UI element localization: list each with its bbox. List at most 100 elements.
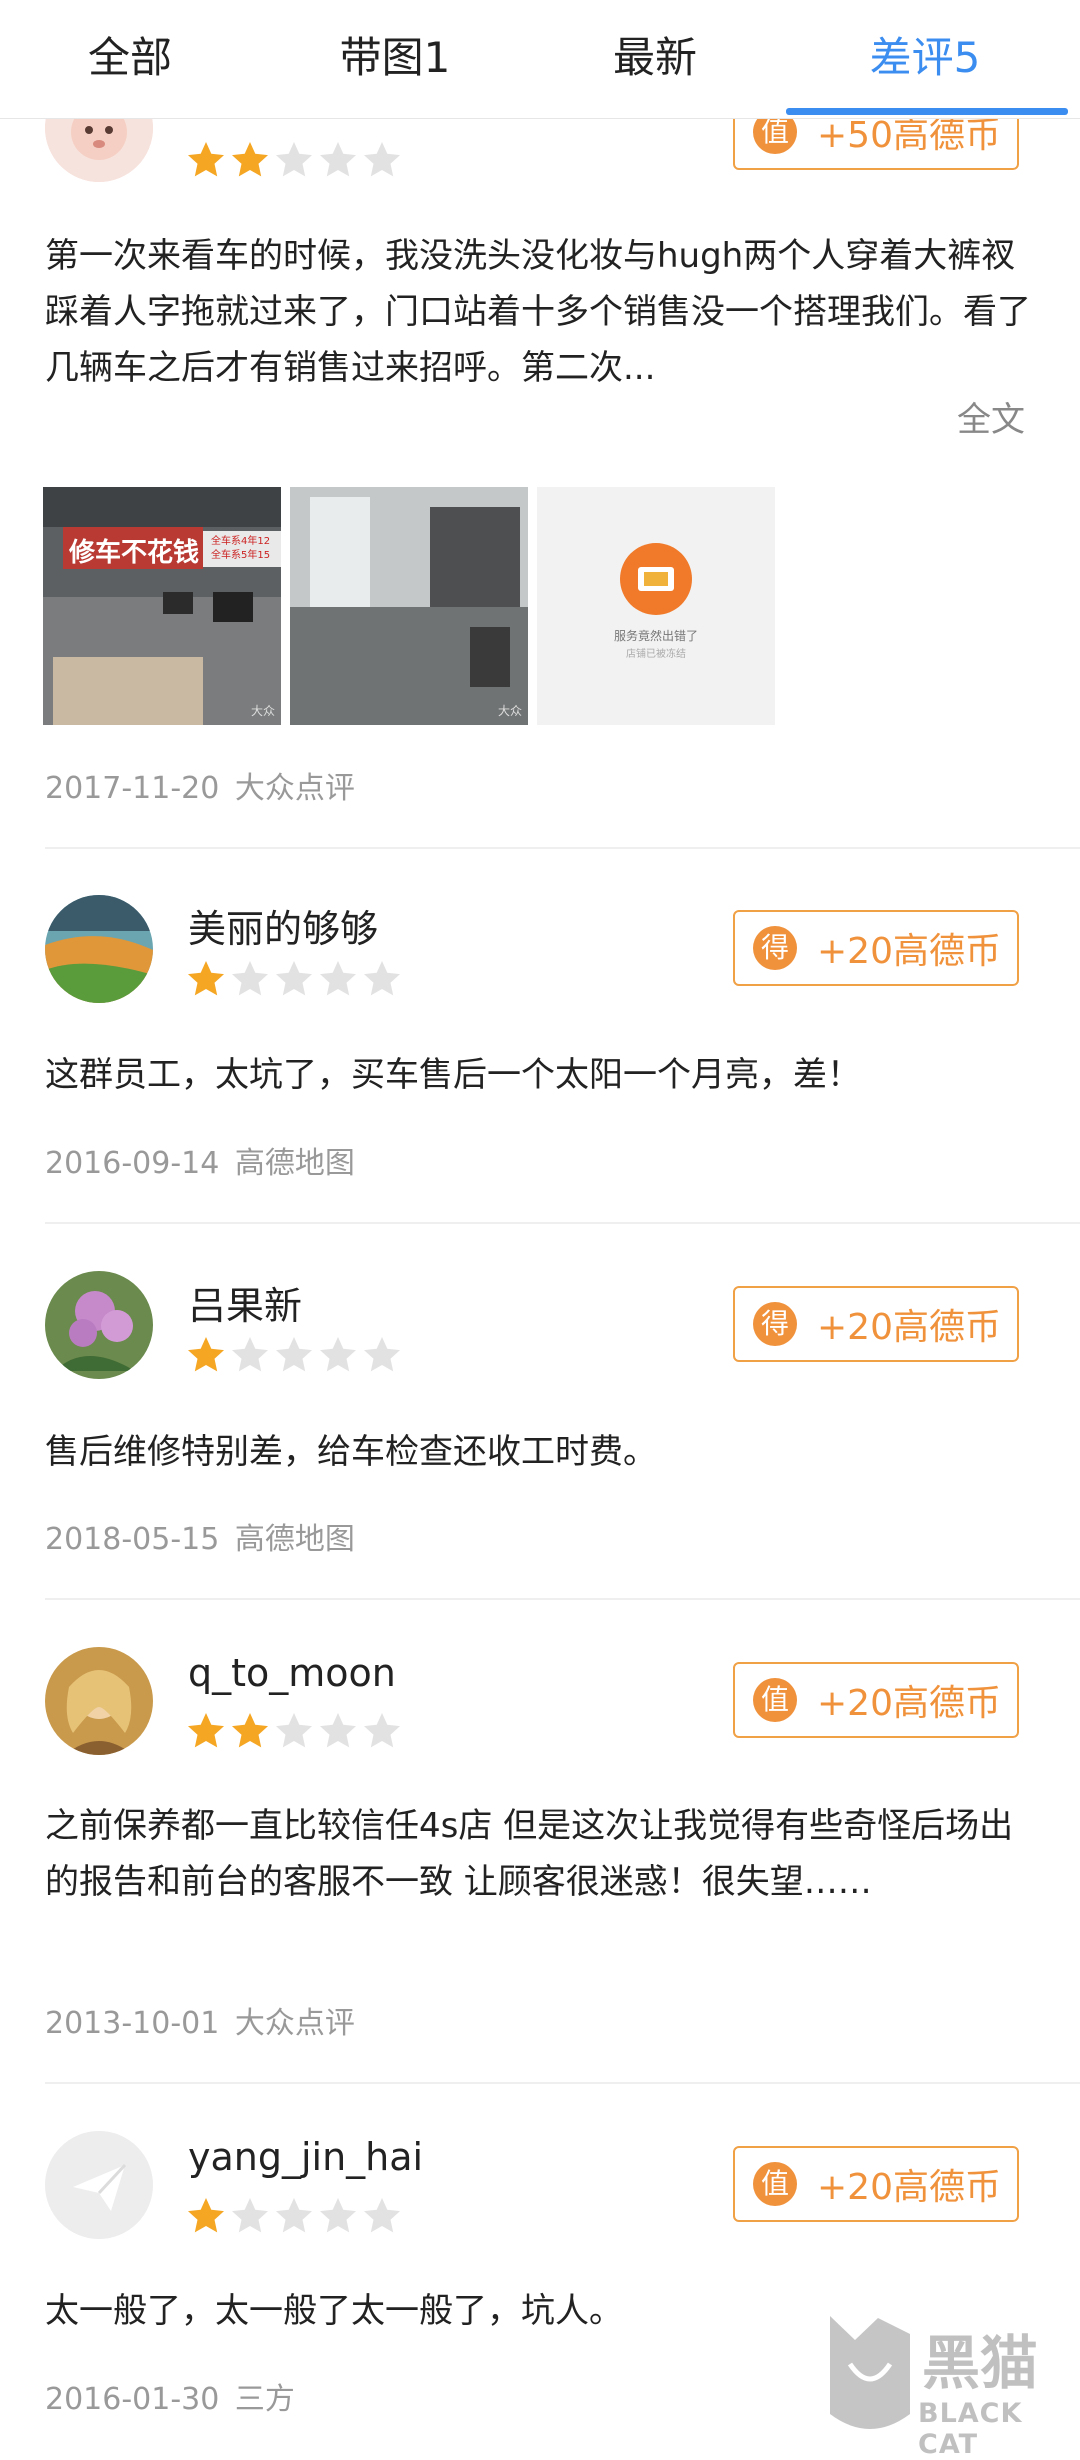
showroom-photo (43, 487, 281, 725)
star-empty-icon (364, 1713, 400, 1748)
paper-plane-icon (45, 2131, 153, 2239)
active-tab-indicator (786, 108, 1068, 115)
review-content[interactable]: 售后维修特别差，给车检查还收工时费。 (45, 1424, 1035, 1480)
fulltext-link[interactable]: 全文 (957, 392, 1025, 441)
review-photo[interactable]: 大众 (290, 487, 528, 725)
review-date: 2017-11-20 (45, 771, 220, 806)
reward-badge[interactable]: 值 +20高德币 (733, 2146, 1019, 2222)
username[interactable]: q_to_moon (188, 1651, 396, 1695)
star-filled-icon (188, 2198, 224, 2233)
reward-badge-icon: 得 (753, 1302, 797, 1346)
star-filled-icon (188, 1337, 224, 1372)
reward-text: +20高德币 (817, 1683, 1001, 1724)
rating-stars (186, 2196, 402, 2236)
star-filled-icon (188, 961, 224, 996)
review-date: 2018-05-15 (45, 1522, 220, 1557)
avatar[interactable] (45, 895, 153, 1003)
username[interactable]: 美丽的够够 (188, 898, 378, 953)
reward-badge-icon: 值 (753, 1678, 797, 1722)
photo-watermark-text: 大众 (250, 704, 275, 718)
divider (45, 847, 1080, 849)
star-empty-icon (232, 2198, 268, 2233)
review-source: 大众点评 (234, 2006, 355, 2041)
star-empty-icon (276, 1337, 312, 1372)
star-empty-icon (276, 1713, 312, 1748)
watermark-cn: 黑猫 (922, 2329, 1039, 2397)
review-photo-error[interactable]: 服务竟然出错了 店铺已被冻结 (537, 487, 775, 725)
rating-stars (186, 1335, 402, 1375)
reward-text: +20高德币 (817, 931, 1001, 972)
lake-avatar-image (45, 895, 153, 1003)
rating-stars (186, 1711, 402, 1751)
photo-watermark-text: 大众 (497, 704, 522, 718)
reward-badge-icon: 值 (753, 2162, 797, 2206)
star-empty-icon (276, 142, 312, 177)
review-meta: 2016-09-14 高德地图 (45, 1138, 355, 1182)
review-source: 三方 (234, 2382, 295, 2417)
reward-text: +20高德币 (817, 2167, 1001, 2208)
rating-stars (186, 140, 402, 180)
star-filled-icon (188, 142, 224, 177)
star-empty-icon (364, 2198, 400, 2233)
avatar[interactable] (45, 2131, 153, 2239)
rating-stars (186, 959, 402, 999)
username[interactable]: yang_jin_hai (188, 2135, 423, 2179)
portrait-avatar-image (45, 1647, 153, 1755)
star-empty-icon (364, 961, 400, 996)
star-empty-icon (364, 142, 400, 177)
reward-badge[interactable]: 得 +20高德币 (733, 910, 1019, 986)
review-source: 高德地图 (234, 1522, 355, 1557)
review-meta: 2018-05-15 高德地图 (45, 1514, 355, 1558)
star-empty-icon (320, 1713, 356, 1748)
filter-tab-bar: 全部 带图1 最新 差评5 (0, 0, 1080, 119)
star-filled-icon (232, 142, 268, 177)
star-empty-icon (276, 961, 312, 996)
review-feed[interactable]: 值 +50高德币 第一次来看车的时候，我没洗头没化妆与hugh两个人穿着大裤衩踩… (0, 0, 1080, 2454)
review-meta: 2016-01-30 三方 (45, 2374, 295, 2418)
review-date: 2016-01-30 (45, 2382, 220, 2417)
star-empty-icon (320, 961, 356, 996)
star-empty-icon (232, 961, 268, 996)
review-meta: 2017-11-20 大众点评 (45, 763, 355, 807)
review-source: 高德地图 (234, 1146, 355, 1181)
tab-negative[interactable]: 差评5 (830, 0, 1020, 118)
tab-with-photos[interactable]: 带图1 (300, 0, 490, 118)
star-empty-icon (364, 1337, 400, 1372)
review-content[interactable]: 第一次来看车的时候，我没洗头没化妆与hugh两个人穿着大裤衩踩着人字拖就过来了，… (45, 228, 1035, 396)
review-meta: 2013-10-01 大众点评 (45, 1998, 355, 2042)
reward-text: +20高德币 (817, 1307, 1001, 1348)
review-content[interactable]: 之前保养都一直比较信任4s店 但是这次让我觉得有些奇怪后场出的报告和前台的客服不… (45, 1798, 1035, 1910)
star-filled-icon (232, 1713, 268, 1748)
tab-all[interactable]: 全部 (40, 0, 220, 118)
review-source: 大众点评 (234, 771, 355, 806)
error-text: 服务竟然出错了 (613, 629, 698, 643)
photo-banner-text: 修车不花钱 (69, 538, 200, 568)
black-cat-watermark: 黑猫 BLACK CAT (810, 2304, 1080, 2460)
flower-avatar-image (45, 1271, 153, 1379)
error-tv-icon (620, 543, 692, 615)
star-filled-icon (188, 1713, 224, 1748)
divider (45, 1222, 1080, 1224)
reward-badge[interactable]: 得 +20高德币 (733, 1286, 1019, 1362)
avatar[interactable] (45, 1271, 153, 1379)
watermark-en: BLACK CAT (918, 2398, 1023, 2460)
review-date: 2016-09-14 (45, 1146, 220, 1181)
reward-badge[interactable]: 值 +20高德币 (733, 1662, 1019, 1738)
review-date: 2013-10-01 (45, 2006, 220, 2041)
divider (45, 1598, 1080, 1600)
review-photo[interactable]: 修车不花钱 全车系4年12 全车系5年15 大众 (43, 487, 281, 725)
photo-side-text: 全车系4年12 全车系5年15 (211, 536, 271, 561)
review-content[interactable]: 这群员工，太坑了，买车售后一个太阳一个月亮，差！ (45, 1047, 1035, 1103)
divider (45, 2082, 1080, 2084)
showroom-interior-photo (290, 487, 528, 725)
reward-badge-icon: 得 (753, 926, 797, 970)
star-empty-icon (232, 1337, 268, 1372)
tab-latest[interactable]: 最新 (565, 0, 745, 118)
star-empty-icon (276, 2198, 312, 2233)
username[interactable]: 吕果新 (188, 1275, 302, 1330)
error-subtext: 店铺已被冻结 (626, 649, 686, 660)
avatar[interactable] (45, 1647, 153, 1755)
star-empty-icon (320, 2198, 356, 2233)
star-empty-icon (320, 1337, 356, 1372)
star-empty-icon (320, 142, 356, 177)
